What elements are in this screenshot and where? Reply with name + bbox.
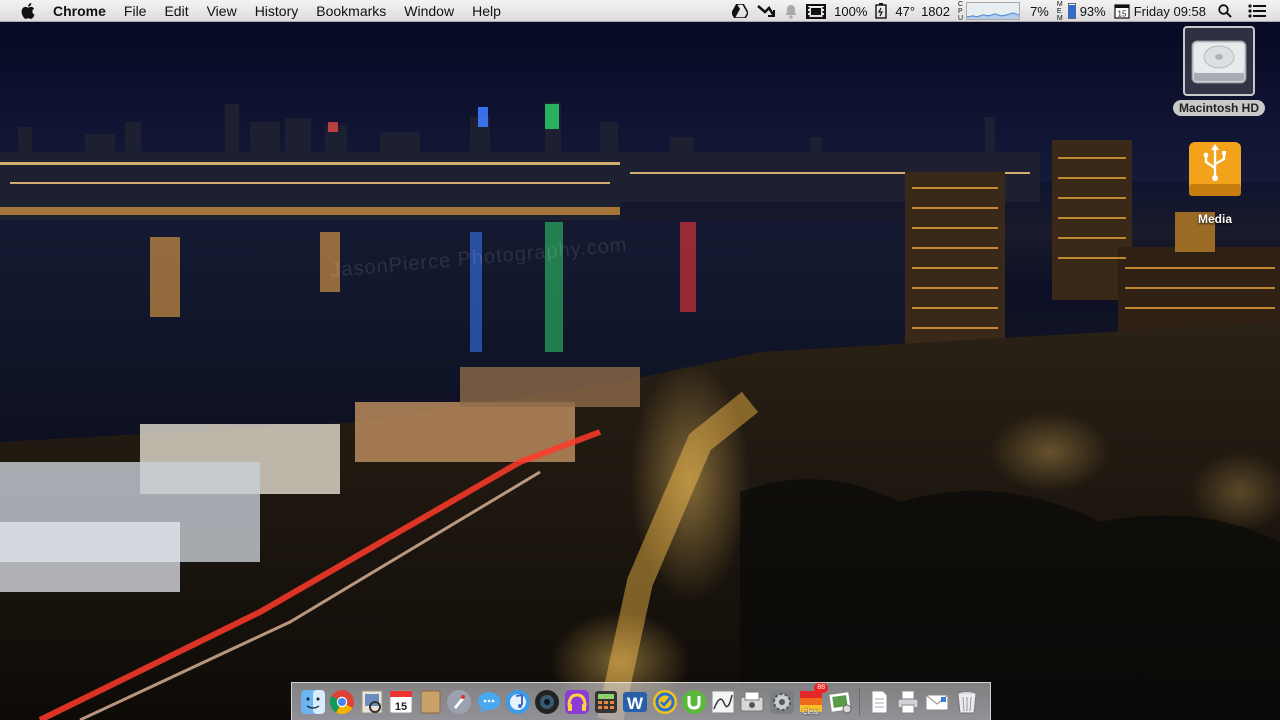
menu-help[interactable]: Help <box>463 0 510 22</box>
hard-drive-icon <box>1183 26 1255 96</box>
cpu-usage-percent: 7% <box>1030 3 1049 19</box>
preview-icon[interactable] <box>359 689 385 715</box>
scanner-icon[interactable] <box>739 689 765 715</box>
desktop-icon-media[interactable]: Media <box>1186 140 1244 227</box>
google-drive-icon[interactable] <box>728 0 752 22</box>
app-menu-chrome[interactable]: Chrome <box>53 0 115 22</box>
calculator-icon[interactable] <box>593 689 619 715</box>
cpu-usage-graph <box>966 2 1021 20</box>
menu-history[interactable]: History <box>246 0 308 22</box>
usb-drive-icon <box>1186 140 1244 207</box>
memory-monitor[interactable]: MEM 93% <box>1053 0 1110 22</box>
itunes-icon[interactable] <box>505 689 531 715</box>
mail-stamp-icon[interactable] <box>924 689 950 715</box>
chrome-icon[interactable] <box>329 689 355 715</box>
finder-icon[interactable] <box>300 689 326 715</box>
printer-icon[interactable] <box>895 689 921 715</box>
messages-icon[interactable] <box>476 689 502 715</box>
calendar-day: 15 <box>1117 10 1126 19</box>
utorrent-icon[interactable] <box>681 689 707 715</box>
cpu-label-icon: CPU <box>958 0 964 22</box>
calendar-icon[interactable]: 15 <box>388 689 414 715</box>
memory-usage-bar <box>1067 3 1076 19</box>
sync-icon[interactable] <box>752 0 780 22</box>
dock-caption: Clear <box>802 709 820 716</box>
iphoto-icon[interactable] <box>827 689 853 715</box>
mem-label-icon: MEM <box>1056 0 1063 22</box>
wunderlist-icon[interactable] <box>652 689 678 715</box>
apple-logo-icon[interactable] <box>19 2 37 19</box>
desktop-icon-label: Macintosh HD <box>1173 100 1266 116</box>
menu-view[interactable]: View <box>198 0 246 22</box>
fan-speed-value: 1802 <box>921 3 950 19</box>
notification-bell-icon[interactable] <box>780 0 802 22</box>
temperature-value: 47° <box>895 3 916 19</box>
clock-text: Friday 09:58 <box>1133 3 1206 19</box>
temperature-fan-readout: 47° 1802 <box>891 0 954 22</box>
dock: 15 W 88 Clear <box>291 682 991 720</box>
notification-center-icon[interactable] <box>1240 0 1280 22</box>
dock-calendar-day: 15 <box>395 701 407 713</box>
menu-edit[interactable]: Edit <box>155 0 197 22</box>
menu-window[interactable]: Window <box>395 0 463 22</box>
menu-bookmarks[interactable]: Bookmarks <box>307 0 395 22</box>
cpu-monitor[interactable]: CPU 7% <box>954 0 1053 22</box>
memory-usage-percent: 93% <box>1079 3 1106 19</box>
volume-percent[interactable]: 100% <box>830 0 871 22</box>
desktop-icon-macintosh-hd[interactable]: Macintosh HD <box>1173 26 1266 116</box>
contacts-icon[interactable] <box>417 689 443 715</box>
grapher-icon[interactable] <box>710 689 736 715</box>
battery-icon[interactable] <box>871 0 891 22</box>
city-night-scene <box>0 22 1280 720</box>
photo-booth-icon[interactable] <box>534 689 560 715</box>
dock-separator <box>858 688 860 716</box>
svg-text:W: W <box>627 694 644 713</box>
launchpad-icon[interactable] <box>446 689 472 715</box>
menu-file[interactable]: File <box>115 0 156 22</box>
desktop-icon-label: Media <box>1197 212 1232 226</box>
podcast-icon[interactable] <box>564 689 590 715</box>
film-icon[interactable] <box>802 0 830 22</box>
memory-usage-fill <box>1068 4 1075 18</box>
clear-app-icon[interactable]: 88 Clear <box>798 683 829 716</box>
spotlight-search-icon[interactable] <box>1210 0 1240 22</box>
word-icon[interactable]: W <box>622 689 648 715</box>
document-icon[interactable] <box>866 689 892 715</box>
menu-bar: Chrome File Edit View History Bookmarks … <box>0 0 1280 22</box>
calendar-icon: 15 <box>1114 4 1130 19</box>
clock-item[interactable]: 15 Friday 09:58 <box>1110 0 1210 22</box>
notification-badge: 88 <box>814 683 829 693</box>
desktop-wallpaper: JasonPierce Photography.com <box>0 22 1280 720</box>
trash-icon[interactable] <box>954 689 980 715</box>
system-preferences-icon[interactable] <box>769 689 795 715</box>
